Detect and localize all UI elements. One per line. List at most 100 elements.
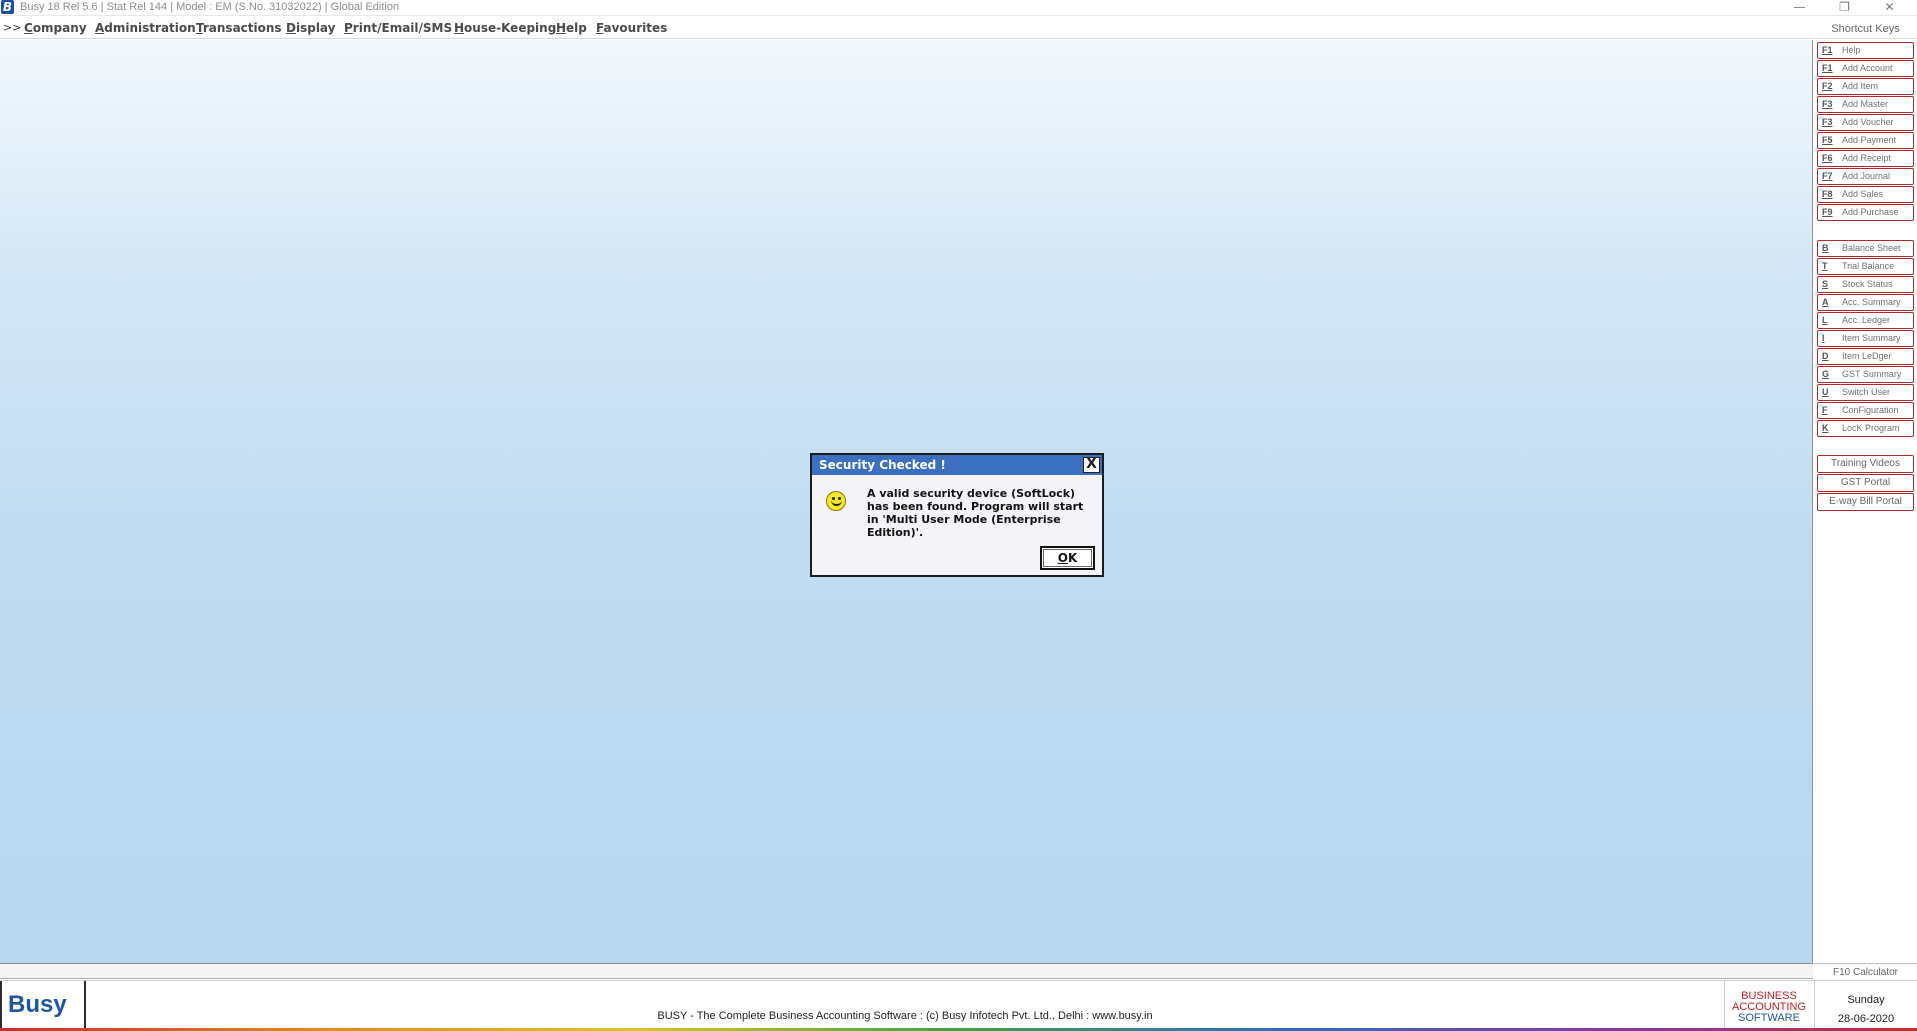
shortcut-add-payment[interactable]: F5 Add Payment [1817,132,1914,149]
shortcut-add-item[interactable]: F2 Add Item [1817,78,1914,95]
shortcut-add-voucher[interactable]: F3 Add Voucher [1817,114,1914,131]
shortcut-label: LocK Program [1842,423,1900,433]
status-bar [0,963,1813,979]
shortcut-key: F1 [1822,45,1833,55]
menu-favourites-label: avourites [603,21,668,35]
shortcut-label: Add Purchase [1842,207,1899,217]
menu-administration-mnemonic: A [95,21,105,35]
shortcut-balance-sheet[interactable]: B Balance Sheet [1817,240,1914,257]
shortcut-key: F3 [1822,117,1833,127]
minimize-icon[interactable]: — [1777,0,1822,16]
shortcut-panel: Shortcut Keys F1 Help F1 Add Account F2 Add… [1814,17,1917,981]
menu-house-keeping[interactable]: House-Keeping [454,21,556,35]
shortcut-key: F6 [1822,153,1833,163]
shortcut-key: F1 [1822,63,1833,73]
shortcut-key: A [1822,297,1829,307]
busy-logo: Busy [0,981,86,1029]
shortcut-key: F9 [1822,207,1833,217]
shortcut-panel-header: Shortcut Keys [1814,19,1917,39]
shortcut-add-sales[interactable]: F8 Add Sales [1817,186,1914,203]
menu-expand-icon[interactable]: >> [3,21,21,34]
shortcut-add-receipt[interactable]: F6 Add Receipt [1817,150,1914,167]
menu-house-keeping-label: ouse-Keeping [464,21,557,35]
menu-transactions-label: ransactions [202,21,282,35]
shortcut-key: U [1822,387,1829,397]
shortcut-key: L [1822,315,1828,325]
security-dialog: Security Checked ! X A valid security de… [810,453,1104,577]
menu-print-email-sms-mnemonic: P [344,21,353,35]
shortcut-add-master[interactable]: F3 Add Master [1817,96,1914,113]
menu-bar: >> Company Administration Transactions D… [0,17,1813,39]
shortcut-label: Balance Sheet [1842,243,1901,253]
shortcut-switch-user[interactable]: U Switch User [1817,384,1914,401]
shortcut-label: Trial Balance [1842,261,1895,271]
shortcut-key: S [1822,279,1829,289]
training-videos-button[interactable]: Training Videos [1817,455,1914,473]
brand-tagline: BUSINESS ACCOUNTING SOFTWARE [1724,981,1813,1029]
shortcut-label: Add Payment [1842,135,1897,145]
restore-icon[interactable]: ❐ [1822,0,1867,16]
shortcut-acc-summary[interactable]: A Acc. Summary [1817,294,1914,311]
shortcut-key: F2 [1822,81,1833,91]
dialog-close-icon[interactable]: X [1083,457,1100,473]
shortcut-key: F5 [1822,135,1833,145]
shortcut-key: T [1822,261,1828,271]
calculator-button[interactable]: F10 Calculator [1814,963,1917,981]
shortcut-add-account[interactable]: F1 Add Account [1817,60,1914,77]
ok-button-label: K [1067,551,1078,565]
menu-print-email-sms[interactable]: Print/Email/SMS [344,21,452,35]
shortcut-item-summary[interactable]: I Item Summary [1817,330,1914,347]
ok-button-mnemonic: O [1057,551,1068,565]
close-window-icon[interactable]: ✕ [1867,0,1912,16]
menu-help-mnemonic: H [556,21,567,35]
menu-transactions[interactable]: Transactions [196,21,282,35]
shortcut-key: F [1822,405,1828,415]
shortcut-label: Add Item [1842,81,1879,91]
ok-button[interactable]: OK [1040,546,1095,570]
menu-administration[interactable]: Administration [95,21,196,35]
smiley-mouth [831,499,842,506]
menu-display-label: isplay [295,21,336,35]
menu-help-label: elp [566,21,587,35]
shortcut-gst-summary[interactable]: G GST Summary [1817,366,1914,383]
shortcut-label: Add Sales [1842,189,1884,199]
shortcut-key: B [1822,243,1829,253]
menu-company[interactable]: Company [24,21,87,35]
dialog-title: Security Checked ! [812,455,1102,475]
shortcut-key: I [1822,333,1825,343]
shortcut-help[interactable]: F1 Help [1817,42,1914,59]
menu-house-keeping-mnemonic: H [454,21,465,35]
shortcut-label: Add Journal [1842,171,1891,181]
shortcut-trial-balance[interactable]: T Trial Balance [1817,258,1914,275]
shortcut-configuration[interactable]: F ConFiguration [1817,402,1914,419]
menu-favourites[interactable]: Favourites [596,21,667,35]
menu-display[interactable]: Display [286,21,335,35]
shortcut-key: K [1822,423,1829,433]
day-label: Sunday [1847,994,1885,1006]
gst-portal-button[interactable]: GST Portal [1817,474,1914,492]
busy-app-icon: B [1,0,14,14]
shortcut-key: G [1822,369,1830,379]
shortcut-acc-ledger[interactable]: L Acc. Ledger [1817,312,1914,329]
menu-company-mnemonic: C [24,21,33,35]
shortcut-lock-program[interactable]: K LocK Program [1817,420,1914,437]
shortcut-label: Add Voucher [1842,117,1894,127]
menu-help[interactable]: Help [556,21,587,35]
shortcut-stock-status[interactable]: S Stock Status [1817,276,1914,293]
menu-display-mnemonic: D [286,21,296,35]
shortcut-label: GST Summary [1842,369,1902,379]
shortcut-key: D [1822,351,1829,361]
shortcut-item-ledger[interactable]: D Item LeDger [1817,348,1914,365]
shortcut-label: Item LeDger [1842,351,1892,361]
footer-copyright: BUSY - The Complete Business Accounting … [657,1010,1153,1022]
shortcut-label: Help [1842,45,1861,55]
shortcut-key: F8 [1822,189,1833,199]
shortcut-label: Add Receipt [1842,153,1892,163]
title-bar: B Busy 18 Rel 5.6 | Stat Rel 144 | Model… [0,0,1917,16]
shortcut-add-purchase[interactable]: F9 Add Purchase [1817,204,1914,221]
shortcut-add-journal[interactable]: F7 Add Journal [1817,168,1914,185]
eway-bill-portal-button[interactable]: E-way Bill Portal [1817,493,1914,511]
menu-favourites-mnemonic: F [596,21,604,35]
shortcut-label: Item Summary [1842,333,1901,343]
shortcut-label: Acc. Ledger [1842,315,1891,325]
